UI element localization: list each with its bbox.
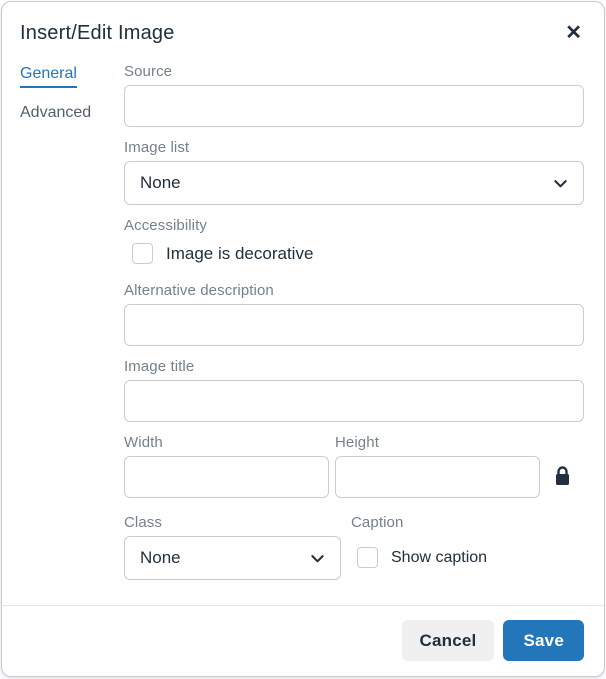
- alternative-description-group: Alternative description: [124, 282, 584, 346]
- lock-icon[interactable]: [552, 464, 573, 489]
- height-group: Height: [335, 434, 540, 498]
- tab-general[interactable]: General: [20, 65, 124, 88]
- source-label: Source: [124, 63, 584, 80]
- source-group: Source: [124, 63, 584, 127]
- caption-label: Caption: [351, 514, 584, 531]
- alternative-description-input[interactable]: [124, 304, 584, 346]
- tab-advanced-label: Advanced: [20, 104, 91, 125]
- caption-group: Caption Show caption: [351, 514, 584, 580]
- accessibility-group: Accessibility Image is decorative: [124, 217, 584, 264]
- constrain-proportions-column: [540, 434, 584, 498]
- close-icon[interactable]: ✕: [559, 21, 588, 45]
- class-selected-value: None: [140, 548, 181, 568]
- width-input[interactable]: [124, 456, 329, 498]
- width-label: Width: [124, 434, 329, 451]
- image-list-label: Image list: [124, 139, 584, 156]
- dialog-footer: Cancel Save: [2, 605, 604, 676]
- show-caption-label: Show caption: [391, 549, 487, 567]
- width-group: Width: [124, 434, 329, 498]
- save-button[interactable]: Save: [503, 620, 584, 661]
- dialog-header: Insert/Edit Image ✕: [2, 2, 604, 55]
- dimensions-row: Width Height: [124, 434, 584, 498]
- dialog-title: Insert/Edit Image: [20, 22, 175, 45]
- show-caption-checkbox-row: Show caption: [351, 536, 584, 568]
- height-label: Height: [335, 434, 540, 451]
- insert-edit-image-dialog: Insert/Edit Image ✕ General Advanced Sou…: [1, 1, 605, 677]
- class-group: Class None: [124, 514, 341, 580]
- image-title-input[interactable]: [124, 380, 584, 422]
- class-select[interactable]: None: [124, 536, 341, 580]
- image-title-group: Image title: [124, 358, 584, 422]
- alternative-description-label: Alternative description: [124, 282, 584, 299]
- source-input[interactable]: [124, 85, 584, 127]
- tab-advanced[interactable]: Advanced: [20, 104, 124, 125]
- image-is-decorative-label: Image is decorative: [166, 244, 313, 264]
- image-list-selected-value: None: [140, 173, 181, 193]
- image-is-decorative-checkbox[interactable]: [132, 243, 153, 264]
- tab-nav: General Advanced: [20, 63, 124, 605]
- image-list-select[interactable]: None: [124, 161, 584, 205]
- show-caption-checkbox[interactable]: [357, 547, 378, 568]
- accessibility-label: Accessibility: [124, 217, 584, 234]
- chevron-down-icon: [553, 176, 568, 191]
- class-label: Class: [124, 514, 341, 531]
- image-list-group: Image list None: [124, 139, 584, 205]
- height-input[interactable]: [335, 456, 540, 498]
- decorative-checkbox-row: Image is decorative: [124, 243, 584, 264]
- chevron-down-icon: [310, 551, 325, 566]
- class-caption-row: Class None Caption Show caption: [124, 514, 584, 580]
- form-column: Source Image list None Accessibility Ima…: [124, 63, 584, 605]
- tab-general-label: General: [20, 65, 77, 88]
- dialog-body: General Advanced Source Image list None: [2, 55, 604, 605]
- image-title-label: Image title: [124, 358, 584, 375]
- cancel-button[interactable]: Cancel: [402, 620, 495, 661]
